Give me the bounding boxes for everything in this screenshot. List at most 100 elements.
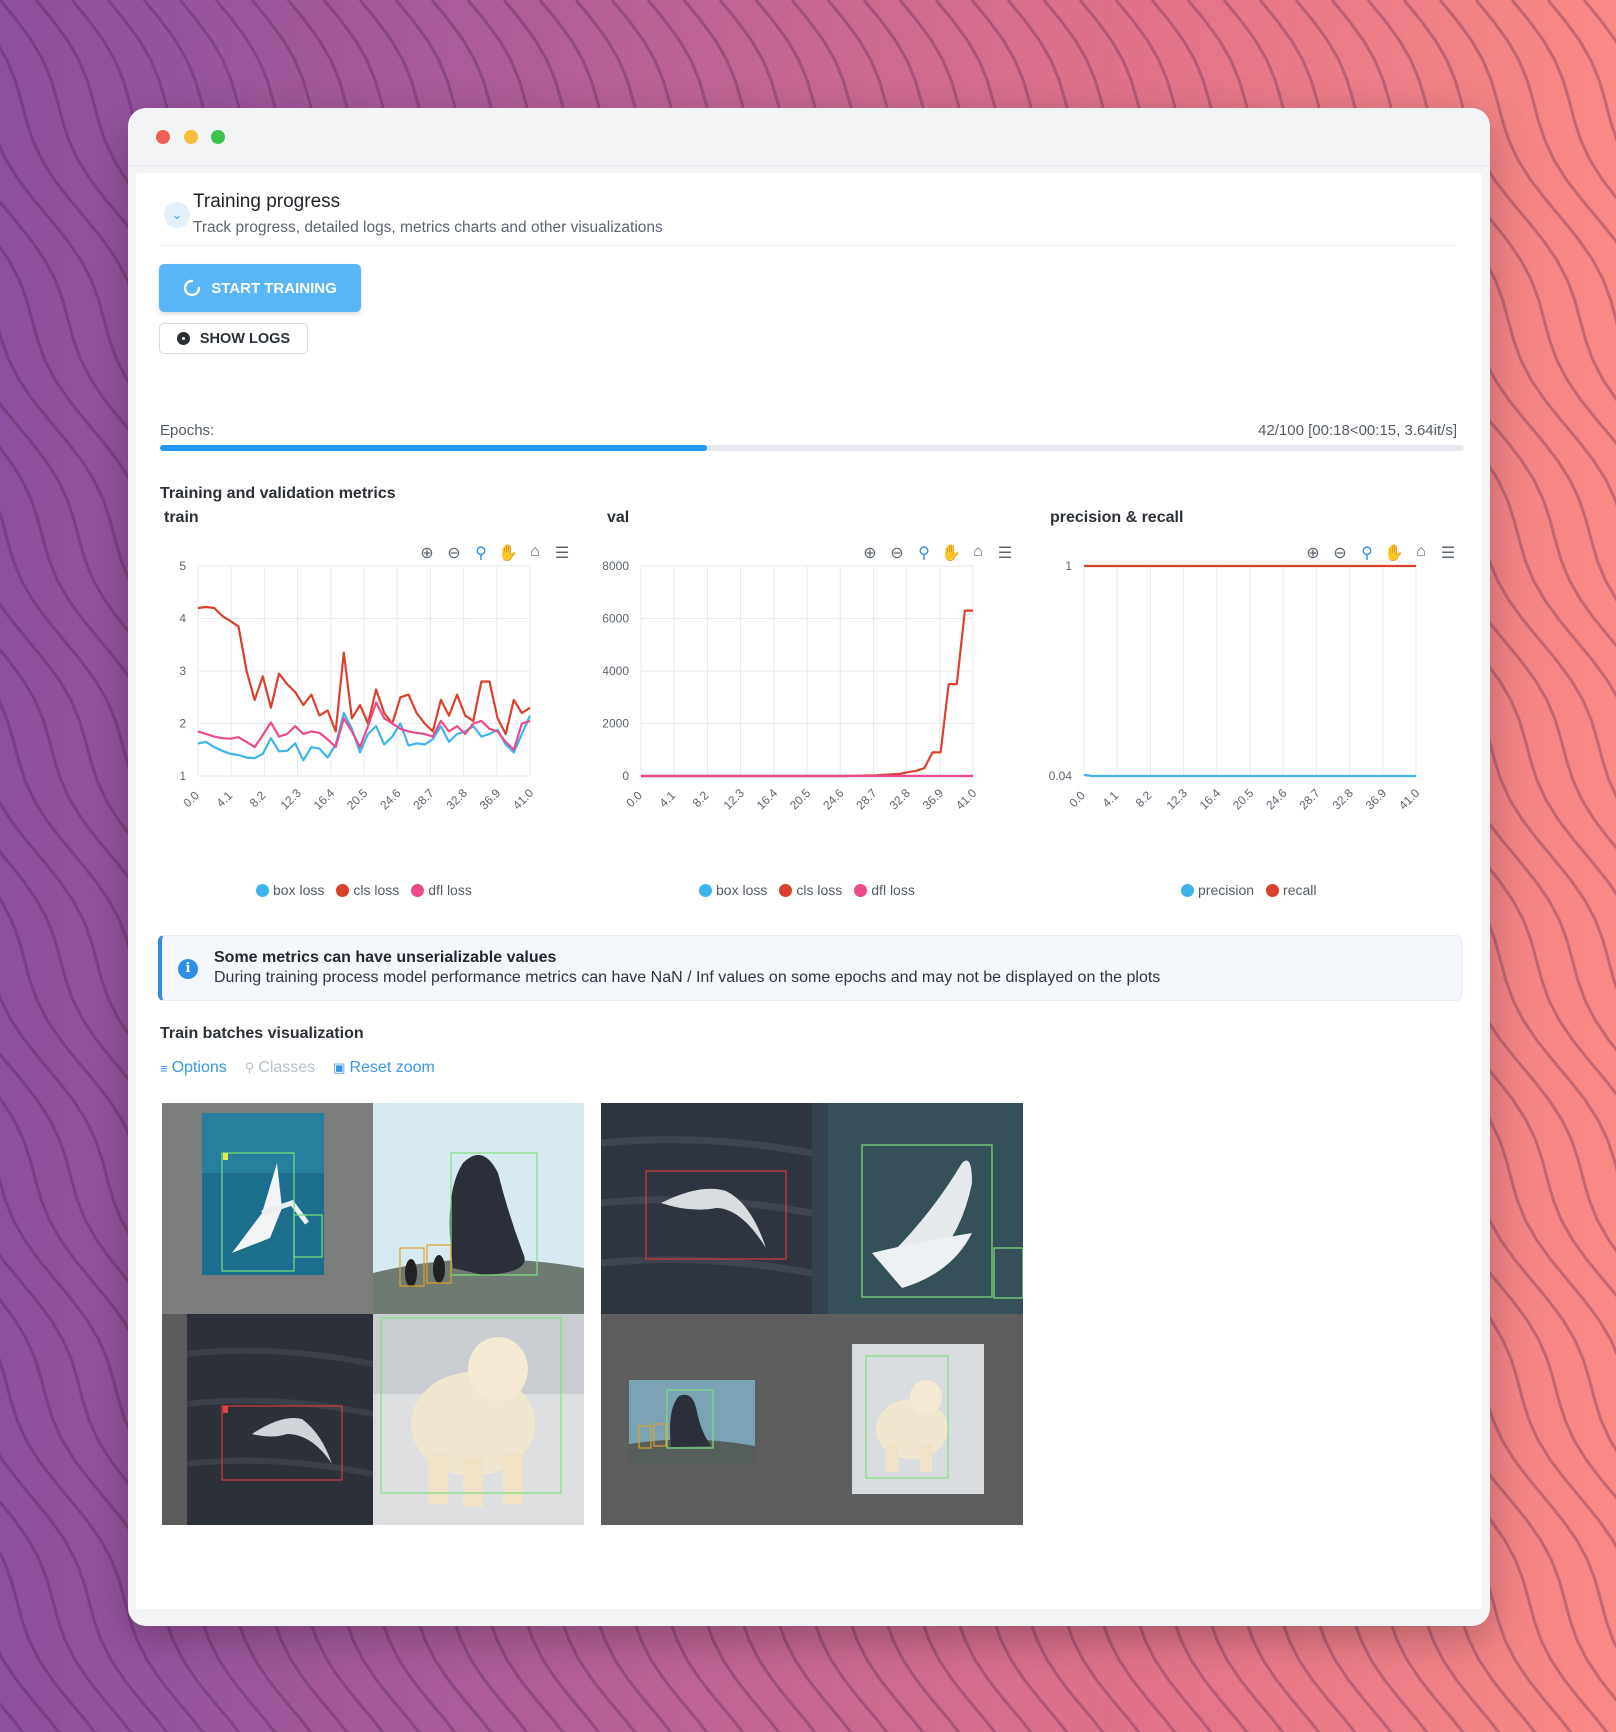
batch-tile-seagull-dark: [162, 1314, 373, 1525]
sliders-icon: ≡: [160, 1060, 168, 1076]
start-training-button[interactable]: START TRAINING: [159, 264, 361, 312]
reset-zoom-link[interactable]: ▣ Reset zoom: [333, 1059, 435, 1077]
x-tick-label: 32.8: [444, 786, 471, 813]
batch-tile-seagull-dark: [601, 1103, 812, 1314]
x-tick-label: 16.4: [311, 786, 338, 813]
train-batch-image[interactable]: [601, 1103, 1023, 1525]
legend-item-cls-loss[interactable]: cls loss: [336, 882, 399, 898]
x-tick-label: 32.8: [887, 786, 914, 813]
image-reset-icon: ▣: [333, 1060, 346, 1075]
x-tick-label: 32.8: [1330, 786, 1357, 813]
maximize-window-button[interactable]: [211, 130, 225, 144]
divider: [159, 245, 1457, 246]
training-progress-card: ⌄ Training progress Track progress, deta…: [136, 173, 1482, 1609]
train-chart-plot: 0.0 4.1 8.2 12.3 16.4 20.5 24.6 28.7 32.8 36.9 41.…: [179, 559, 536, 813]
x-tick-label: 16.4: [1197, 786, 1224, 813]
section-title: Training progress: [193, 191, 341, 212]
batch-tile-seagull-large: [812, 1103, 1023, 1314]
batch-tile-seagull: [162, 1103, 373, 1314]
legend-item-precision[interactable]: precision: [1181, 882, 1254, 898]
x-tick-label: 20.5: [1230, 786, 1257, 813]
x-tick-label: 0.0: [180, 788, 202, 810]
legend-item-box-loss[interactable]: box loss: [699, 882, 767, 898]
y-tick-label: 4: [179, 612, 186, 626]
x-tick-label: 8.2: [1133, 788, 1155, 810]
legend-item-recall[interactable]: recall: [1266, 882, 1317, 898]
y-tick-label: 2: [179, 717, 186, 731]
visualization-title: Train batches visualization: [160, 1025, 364, 1042]
x-tick-label: 28.7: [1296, 786, 1323, 813]
notice-title: Some metrics can have unserializable val…: [214, 949, 557, 966]
show-logs-button[interactable]: SHOW LOGS: [159, 323, 308, 354]
batch-tile-polar-bear-small: [812, 1314, 1023, 1525]
x-tick-label: 0.0: [623, 788, 645, 810]
x-tick-label: 24.6: [377, 786, 404, 813]
x-tick-label: 4.1: [1100, 788, 1122, 810]
close-window-button[interactable]: [156, 130, 170, 144]
logs-icon: [176, 332, 190, 345]
legend-item-box-loss[interactable]: box loss: [256, 882, 324, 898]
info-notice: i Some metrics can have unserializable v…: [158, 935, 1462, 1001]
visualization-toolbar: ≡ Options ⚲ Classes ▣ Reset zoom: [160, 1059, 435, 1077]
section-subtitle: Track progress, detailed logs, metrics c…: [193, 219, 663, 236]
y-tick-label: 0.04: [1049, 769, 1073, 783]
x-tick-label: 24.6: [1263, 786, 1290, 813]
legend-item-dfl-loss[interactable]: dfl loss: [854, 882, 915, 898]
info-icon: i: [178, 959, 198, 979]
y-tick-label: 6000: [603, 612, 629, 626]
y-tick-label: 1: [179, 769, 186, 783]
x-tick-label: 4.1: [214, 788, 236, 810]
chart-train: train ⊕ ⊖ ⚲ ✋ ⌂ ☰ 0.0 4.1 8.2 12.3 16.4 20.5 2…: [160, 509, 569, 898]
x-tick-label: 36.9: [1363, 786, 1390, 813]
train-batch-image[interactable]: [162, 1103, 584, 1525]
x-tick-label: 20.5: [787, 786, 814, 813]
x-tick-label: 12.3: [1164, 786, 1191, 813]
epochs-progress-bar: [160, 445, 1464, 451]
minimize-window-button[interactable]: [184, 130, 198, 144]
y-tick-label: 2000: [603, 717, 629, 731]
x-tick-label: 0.0: [1066, 788, 1088, 810]
legend-item-dfl-loss[interactable]: dfl loss: [411, 882, 472, 898]
y-tick-label: 5: [179, 559, 186, 573]
start-training-label: START TRAINING: [211, 279, 337, 297]
batch-tile-seal-penguins: [373, 1103, 584, 1314]
series-line-precision: [1083, 773, 1416, 778]
precision-recall-chart-plot: 0.0 4.1 8.2 12.3 16.4 20.5 24.6 28.7 32.8 36.9 41.…: [1049, 559, 1423, 813]
x-tick-label: 16.4: [754, 786, 781, 813]
x-tick-label: 28.7: [853, 786, 880, 813]
window-titlebar: [128, 108, 1490, 166]
chevron-down-icon[interactable]: ⌄: [164, 202, 190, 228]
y-tick-label: 1: [1065, 559, 1072, 573]
notice-text: During training process model performanc…: [214, 969, 1161, 986]
classes-link: ⚲ Classes: [244, 1059, 316, 1076]
loading-spinner-icon: [184, 279, 201, 297]
epochs-status: 42/100 [00:18<00:15, 3.64it/s]: [1258, 422, 1457, 439]
x-tick-label: 20.5: [344, 786, 371, 813]
chart-val: val ⊕ ⊖ ⚲ ✋ ⌂ ☰ 0.0 4.1 8.2 12.3 16.4 20.5 24.…: [603, 509, 1012, 898]
y-tick-label: 3: [179, 664, 186, 678]
chart-legend: precision recall: [1181, 882, 1317, 898]
x-tick-label: 28.7: [410, 786, 437, 813]
x-tick-label: 12.3: [278, 786, 305, 813]
epochs-label: Epochs:: [160, 422, 215, 439]
epochs-progress-fill: [160, 445, 707, 451]
chart-legend: box loss cls loss dfl loss: [256, 882, 472, 898]
legend-item-cls-loss[interactable]: cls loss: [779, 882, 842, 898]
x-tick-label: 8.2: [247, 788, 269, 810]
options-link[interactable]: ≡ Options: [160, 1059, 227, 1077]
x-tick-label: 12.3: [721, 786, 748, 813]
x-tick-label: 8.2: [690, 788, 712, 810]
val-chart-plot: 0.0 4.1 8.2 12.3 16.4 20.5 24.6 28.7 32.8 36.9 41.…: [603, 559, 980, 813]
chart-precision-recall: precision & recall ⊕ ⊖ ⚲ ✋ ⌂ ☰ 0.0 4.1 8.2…: [1046, 509, 1456, 898]
batch-tile-seal-penguins-small: [601, 1314, 812, 1525]
browser-window: ⌄ Training progress Track progress, deta…: [128, 108, 1490, 1626]
x-tick-label: 36.9: [920, 786, 947, 813]
y-tick-label: 4000: [603, 664, 629, 678]
y-tick-label: 0: [622, 769, 629, 783]
show-logs-label: SHOW LOGS: [199, 330, 291, 347]
x-tick-label: 41.0: [953, 786, 980, 813]
x-tick-label: 4.1: [657, 788, 679, 810]
y-tick-label: 8000: [603, 559, 629, 573]
tags-icon: ⚲: [244, 1060, 255, 1075]
batch-tile-polar-bear: [373, 1314, 584, 1525]
